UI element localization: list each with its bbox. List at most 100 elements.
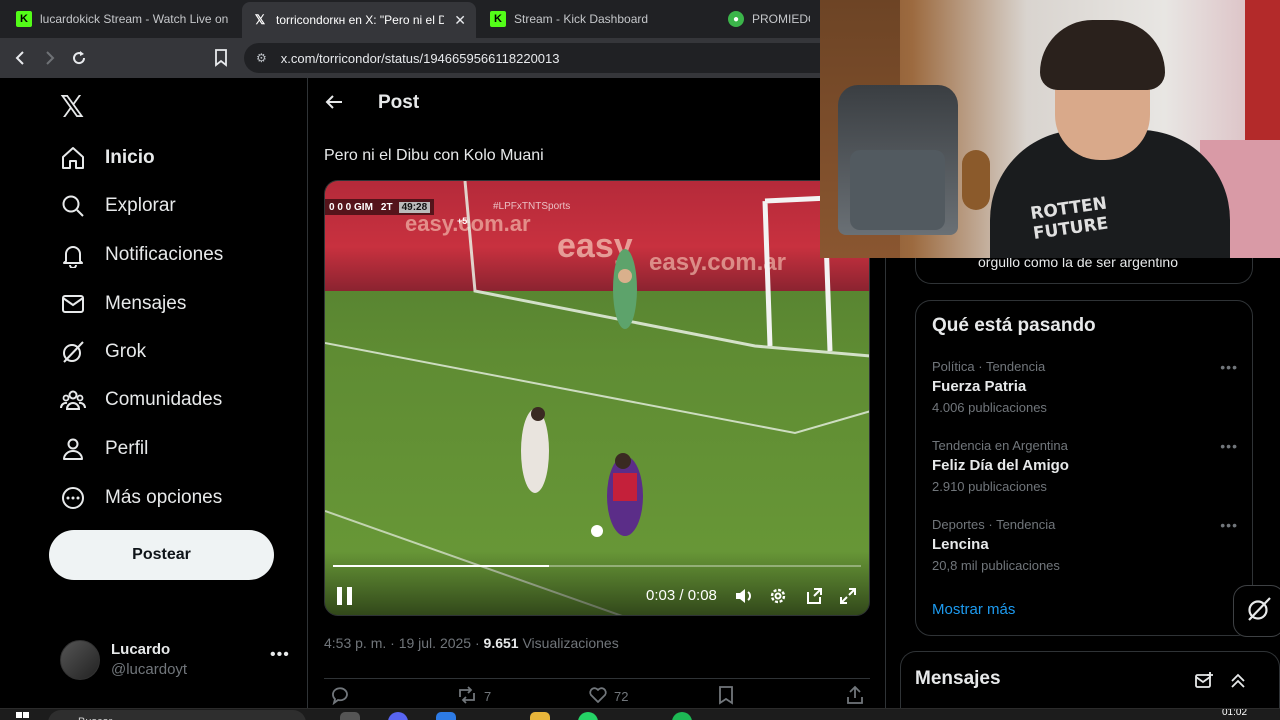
messages-drawer[interactable]: Mensajes bbox=[900, 651, 1280, 708]
like-count: 72 bbox=[614, 689, 629, 704]
trend-name: Feliz Día del Amigo bbox=[932, 457, 1069, 474]
x-icon: 𝕏 bbox=[254, 12, 266, 27]
post-column: Post Pero ni el Dibu con Kolo Muani easy… bbox=[307, 78, 886, 708]
kick-icon: K bbox=[16, 11, 32, 27]
trends-panel: Qué está pasando Política · Tendencia Fu… bbox=[915, 300, 1253, 636]
tab-title: Stream - Kick Dashboard bbox=[514, 12, 649, 26]
nav-item-home[interactable]: Inicio bbox=[58, 138, 155, 178]
task-view-icon[interactable] bbox=[340, 712, 360, 720]
person-icon bbox=[58, 434, 88, 464]
bookmark-post-button[interactable] bbox=[718, 685, 734, 708]
avatar bbox=[60, 640, 100, 680]
browser-tab-promiedos[interactable]: ● PROMIEDOS - bbox=[718, 4, 820, 34]
video-progress-bar[interactable] bbox=[333, 565, 861, 567]
browser-tab-x-post[interactable]: 𝕏 torricondorкн en X: "Pero ni el D ✕ bbox=[242, 2, 476, 38]
grok-floating-button[interactable] bbox=[1233, 585, 1280, 637]
post-metadata: 4:53 p. m. · 19 jul. 2025 · 9.651 Visual… bbox=[324, 635, 619, 651]
period-text: 2T bbox=[380, 201, 393, 213]
nav-item-notifications[interactable]: Notificaciones bbox=[58, 235, 223, 275]
reply-icon bbox=[330, 685, 350, 708]
close-tab-icon[interactable]: ✕ bbox=[454, 12, 466, 29]
more-icon[interactable]: ••• bbox=[1220, 438, 1238, 454]
streamer-hair bbox=[1040, 20, 1165, 90]
settings-gear-icon[interactable] bbox=[767, 585, 789, 607]
repost-button[interactable]: 7 bbox=[456, 685, 491, 708]
trend-item[interactable]: Política · Tendencia Fuerza Patria 4.006… bbox=[932, 359, 1238, 423]
messages-drawer-title: Mensajes bbox=[915, 668, 1001, 689]
account-name: Lucardo bbox=[111, 641, 171, 658]
home-icon bbox=[58, 143, 88, 173]
trend-context: Deportes · Tendencia bbox=[932, 517, 1056, 532]
browser-tab-kick-dashboard[interactable]: K Stream - Kick Dashboard bbox=[480, 4, 714, 34]
nav-item-grok[interactable]: Grok bbox=[58, 332, 146, 372]
whatsapp-icon[interactable] bbox=[578, 712, 598, 720]
score-text: 0 0 0 GIM bbox=[329, 201, 373, 213]
discord-icon[interactable] bbox=[388, 712, 408, 720]
os-taskbar: Buscar 01:02 bbox=[0, 708, 1280, 720]
address-bar[interactable]: ⚙ x.com/torricondor/status/1946659566118… bbox=[244, 43, 844, 73]
more-icon[interactable]: ••• bbox=[1220, 359, 1238, 375]
show-more-link[interactable]: Mostrar más bbox=[932, 601, 1015, 618]
nav-label: Mensajes bbox=[105, 293, 187, 314]
spotify-icon[interactable] bbox=[672, 712, 692, 720]
share-button[interactable] bbox=[846, 685, 864, 708]
expand-up-icon[interactable] bbox=[1227, 670, 1249, 692]
forward-icon[interactable] bbox=[38, 47, 60, 69]
nav-item-more-options[interactable]: Más opciones bbox=[58, 478, 222, 518]
kick-icon: K bbox=[490, 11, 506, 27]
more-circle-icon bbox=[58, 483, 88, 513]
bell-icon bbox=[58, 240, 88, 270]
more-icon[interactable]: ••• bbox=[1220, 517, 1238, 533]
more-icon[interactable]: ••• bbox=[270, 646, 290, 664]
repost-icon bbox=[456, 685, 478, 708]
x-logo-icon[interactable]: 𝕏 bbox=[60, 90, 84, 125]
added-time: +5 bbox=[457, 216, 468, 226]
account-switcher[interactable]: Lucardo @lucardoyt ••• bbox=[60, 638, 290, 682]
back-arrow-icon[interactable] bbox=[324, 92, 344, 118]
tab-title: lucardokick Stream - Watch Live on K bbox=[40, 12, 230, 26]
new-message-icon[interactable] bbox=[1193, 670, 1215, 692]
nav-label: Notificaciones bbox=[105, 244, 224, 265]
nav-item-communities[interactable]: Comunidades bbox=[58, 380, 222, 420]
trends-title: Qué está pasando bbox=[932, 315, 1096, 336]
windows-start-icon[interactable] bbox=[16, 712, 30, 720]
nav-label: Explorar bbox=[105, 195, 176, 216]
trend-count: 4.006 publicaciones bbox=[932, 400, 1047, 415]
trend-item[interactable]: Tendencia en Argentina Feliz Día del Ami… bbox=[932, 438, 1238, 502]
trend-item[interactable]: Deportes · Tendencia Lencina 20,8 mil pu… bbox=[932, 517, 1238, 581]
fullscreen-icon[interactable] bbox=[837, 585, 859, 607]
site-settings-icon[interactable]: ⚙ bbox=[256, 51, 267, 65]
left-navigation: 𝕏 Inicio Explorar Notificaciones Mensaje… bbox=[0, 78, 307, 708]
post-button[interactable]: Postear bbox=[49, 530, 274, 580]
trend-count: 20,8 mil publicaciones bbox=[932, 558, 1060, 573]
video-player[interactable]: easy.com.ar easy easy.com.ar 0 0 0 GIM 2 bbox=[324, 180, 870, 616]
back-icon[interactable] bbox=[10, 47, 32, 69]
nav-label: Comunidades bbox=[105, 389, 223, 410]
bookmark-icon bbox=[718, 685, 734, 708]
like-button[interactable]: 72 bbox=[588, 685, 628, 708]
reply-button[interactable] bbox=[330, 685, 350, 708]
volume-icon[interactable] bbox=[733, 585, 755, 607]
edge-icon[interactable] bbox=[436, 712, 456, 720]
account-handle: @lucardoyt bbox=[111, 661, 188, 678]
pip-icon[interactable] bbox=[803, 585, 825, 607]
share-icon bbox=[846, 685, 864, 708]
tab-title: torricondorкн en X: "Pero ni el D bbox=[276, 13, 445, 27]
url-text: x.com/torricondor/status/194665956611822… bbox=[280, 50, 560, 66]
browser-tab-kick-stream[interactable]: K lucardokick Stream - Watch Live on K bbox=[6, 4, 240, 34]
trend-name: Lencina bbox=[932, 536, 989, 553]
guitar bbox=[962, 150, 990, 210]
nav-item-explore[interactable]: Explorar bbox=[58, 186, 176, 226]
webcam-background bbox=[1245, 0, 1280, 140]
nav-item-profile[interactable]: Perfil bbox=[58, 429, 148, 469]
taskbar-search[interactable]: Buscar bbox=[48, 710, 306, 720]
trend-context: Tendencia en Argentina bbox=[932, 438, 1068, 453]
pause-icon[interactable] bbox=[337, 587, 353, 605]
reload-icon[interactable] bbox=[68, 47, 90, 69]
bookmark-icon[interactable] bbox=[210, 47, 232, 69]
post-timestamp[interactable]: 4:53 p. m. · 19 jul. 2025 · bbox=[324, 635, 484, 651]
nav-item-messages[interactable]: Mensajes bbox=[58, 284, 186, 324]
webcam-overlay: ROTTEN FUTURE bbox=[820, 0, 1280, 258]
repost-count: 7 bbox=[484, 689, 492, 704]
file-explorer-icon[interactable] bbox=[530, 712, 550, 720]
